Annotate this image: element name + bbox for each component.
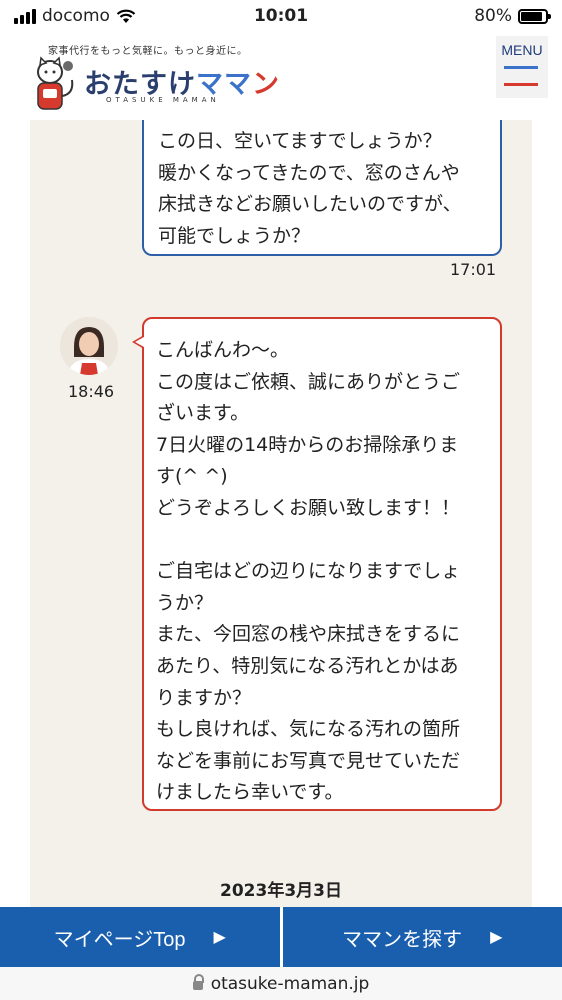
message-line: 暖かくなってきたので、窓のさんや: [158, 161, 460, 184]
message-line: りますか？: [156, 686, 252, 709]
menu-label: MENU: [501, 42, 543, 58]
play-arrow-icon: ▶: [213, 929, 226, 946]
battery-percent: 80%: [474, 6, 512, 26]
message-line: こんばんわ〜。: [156, 339, 290, 361]
incoming-message-bubble: こんばんわ〜。 この度はご依頼、誠にありがとうご ざいます。 7日火曜の14時か…: [132, 317, 502, 811]
browser-url-bar[interactable]: otasuke-maman.jp: [0, 967, 562, 1000]
message-line: ご自宅はどの辺りになりますでしょ: [156, 560, 461, 583]
logo-text-n: ン: [252, 69, 280, 100]
tagline: 家事代行をもっと気軽に。もっと身近に。: [48, 46, 248, 57]
message-line: 床拭きなどお願いしたいのですが、: [158, 193, 462, 216]
message-line: けましたら幸いです。: [156, 781, 344, 804]
message-line: この度はご依頼、誠にありがとうご: [156, 370, 461, 393]
message-line: などを事前にお写真で見せていただ: [156, 749, 461, 772]
url-text: otasuke-maman.jp: [210, 973, 370, 994]
cat-mascot-icon[interactable]: [28, 56, 78, 116]
message-line: どうぞよろしくお願い致します！！: [156, 496, 461, 519]
message-line: この日、空いてますでしょうか？: [158, 130, 442, 152]
outgoing-timestamp: 17:01: [450, 260, 497, 279]
date-separator: 2023年3月3日: [220, 881, 342, 901]
battery-icon: [518, 8, 551, 24]
menu-button[interactable]: MENU: [496, 36, 548, 98]
message-line: ​: [156, 525, 490, 557]
lock-icon: [192, 974, 204, 990]
site-header: 家事代行をもっと気軽に。もっと身近に。 おたすけママン OTASUKE MAMA…: [0, 34, 562, 120]
chat-area[interactable]: この日、空いてますでしょうか？ 暖かくなってきたので、窓のさんや 床拭きなどお願…: [30, 120, 532, 910]
message-line: 7日火曜の14時からのお掃除承りま: [156, 433, 459, 456]
outgoing-message-bubble: この日、空いてますでしょうか？ 暖かくなってきたので、窓のさんや 床拭きなどお願…: [142, 120, 502, 256]
search-maman-button[interactable]: ママンを探す ▶: [282, 907, 562, 967]
message-line: また、今回窓の桟や床拭きをするに: [156, 623, 461, 646]
message-line: 可能でしょうか？: [158, 224, 311, 247]
message-line: ざいます。: [156, 402, 250, 425]
status-right: 80%: [474, 6, 551, 26]
bottom-nav: マイページTop ▶ ママンを探す ▶: [0, 907, 562, 967]
menu-bar-blue: [504, 66, 538, 69]
menu-bar-red: [504, 83, 538, 86]
mypage-top-label: マイページTop: [53, 928, 186, 951]
status-bar: docomo 10:01 80%: [0, 0, 562, 34]
search-maman-label: ママンを探す: [342, 928, 463, 951]
message-line: うか？: [156, 591, 214, 614]
avatar[interactable]: [60, 317, 118, 375]
message-line: す(^ ^): [156, 465, 228, 488]
logo-subtitle: OTASUKE MAMAN: [106, 96, 220, 104]
incoming-timestamp: 18:46: [68, 382, 115, 401]
mypage-top-button[interactable]: マイページTop ▶: [0, 907, 280, 967]
message-line: もし良ければ、気になる汚れの箇所: [156, 718, 461, 741]
message-line: あたり、特別気になる汚れとかはあ: [156, 654, 459, 677]
play-arrow-icon: ▶: [490, 929, 503, 946]
